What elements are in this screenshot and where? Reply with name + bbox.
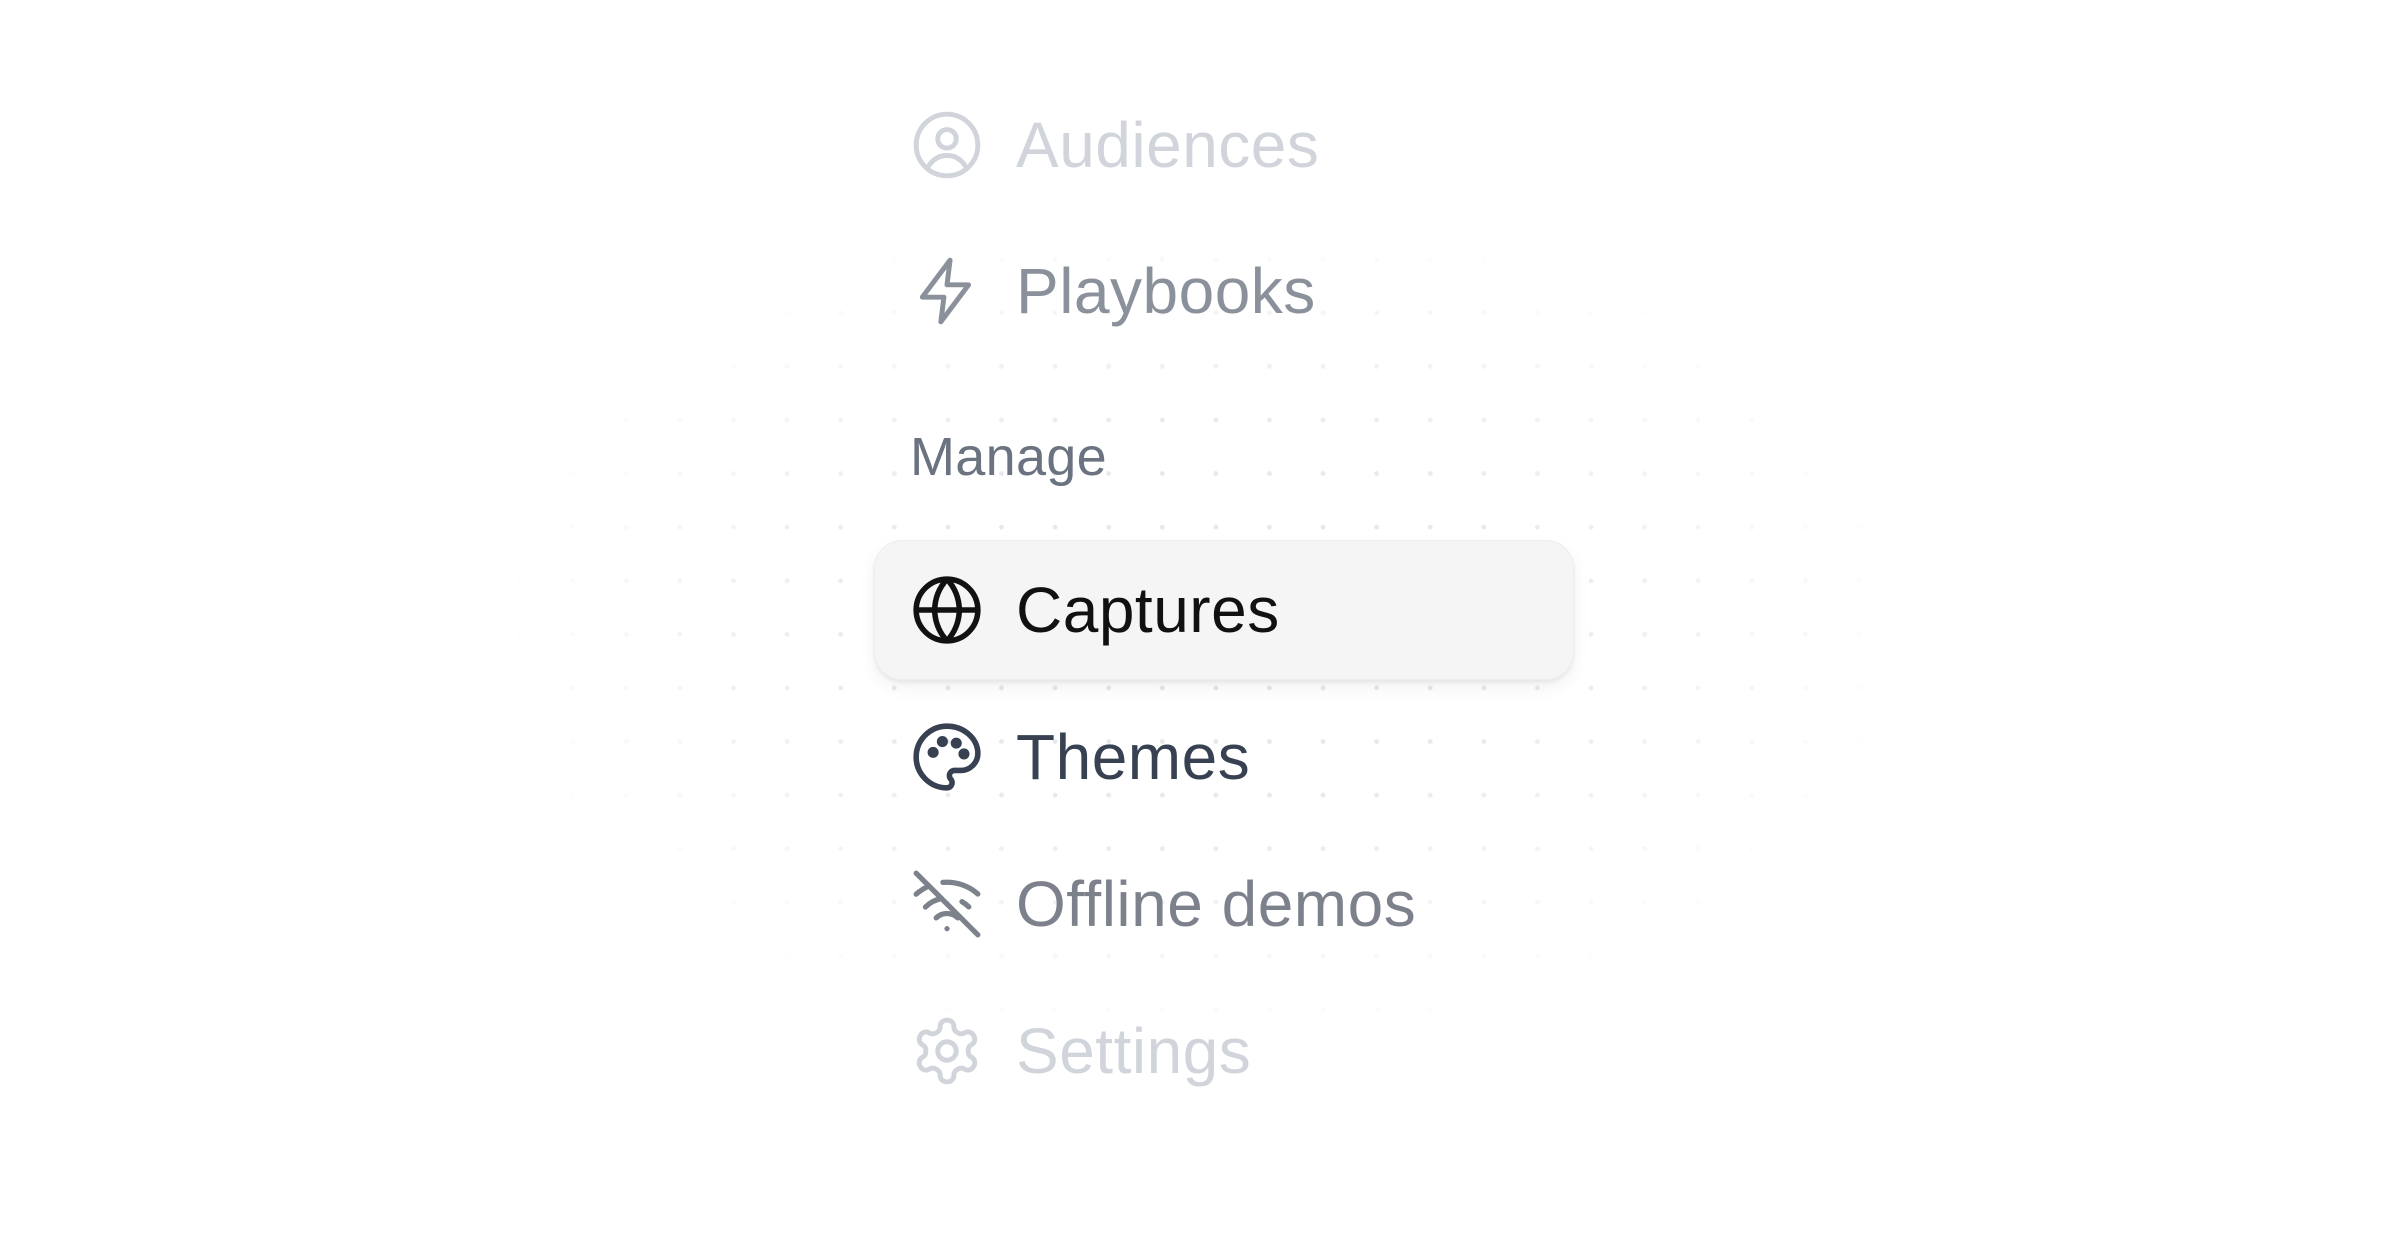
nav-item-label: Themes bbox=[1016, 721, 1251, 793]
palette-icon bbox=[910, 720, 984, 794]
nav-item-label: Settings bbox=[1016, 1015, 1252, 1087]
lightning-bolt-icon bbox=[910, 254, 984, 328]
nav-item-offline-demos[interactable]: Offline demos bbox=[874, 834, 1574, 974]
globe-icon bbox=[910, 573, 984, 647]
nav-item-label: Offline demos bbox=[1016, 868, 1417, 940]
wifi-off-icon bbox=[910, 867, 984, 941]
canvas: Audiences Playbooks Manage Captures Them… bbox=[0, 0, 2400, 1252]
section-label-manage: Manage bbox=[910, 427, 1107, 487]
nav-item-captures[interactable]: Captures bbox=[874, 540, 1574, 680]
nav-item-label: Captures bbox=[1016, 574, 1280, 646]
gear-icon bbox=[910, 1014, 984, 1088]
nav-item-label: Playbooks bbox=[1016, 255, 1316, 327]
nav-item-audiences[interactable]: Audiences bbox=[874, 75, 1574, 215]
nav-item-label: Audiences bbox=[1016, 109, 1320, 181]
nav-item-themes[interactable]: Themes bbox=[874, 687, 1574, 827]
user-circle-icon bbox=[910, 108, 984, 182]
nav-item-playbooks[interactable]: Playbooks bbox=[874, 221, 1574, 361]
nav-item-settings[interactable]: Settings bbox=[874, 981, 1574, 1121]
